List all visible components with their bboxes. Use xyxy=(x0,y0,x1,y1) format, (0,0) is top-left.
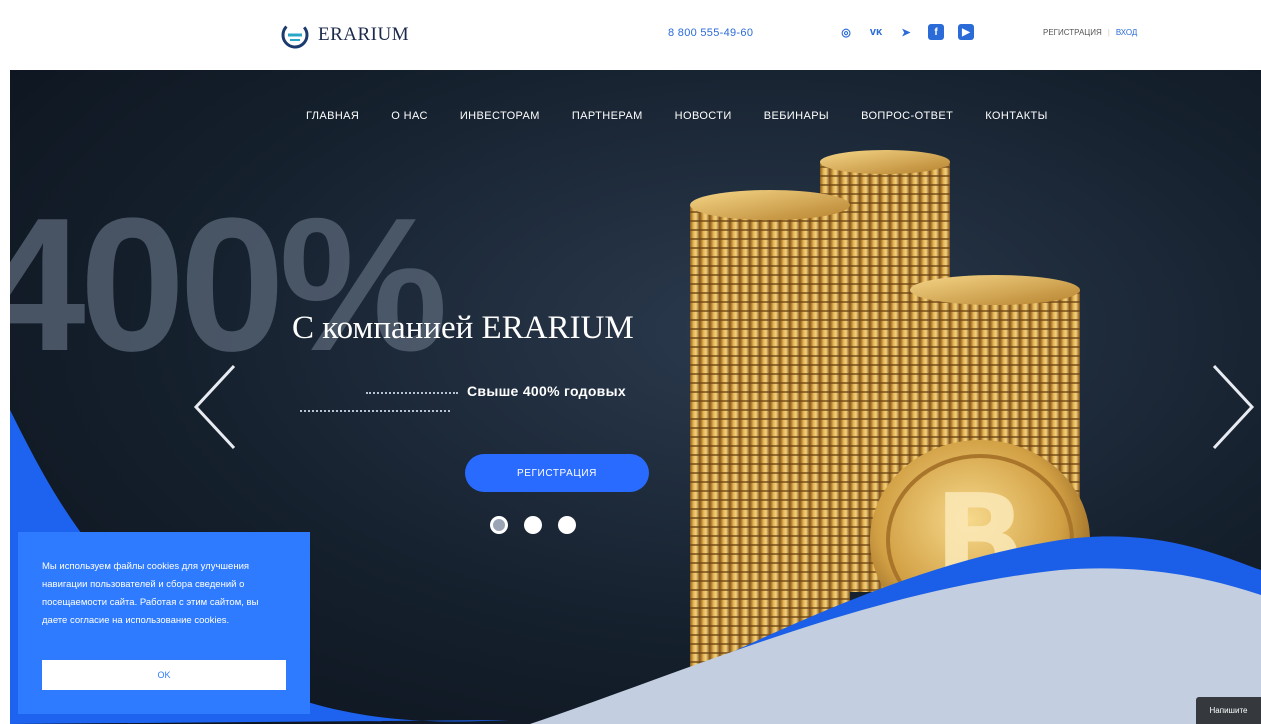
dotted-divider xyxy=(366,392,458,394)
svg-text:B: B xyxy=(934,470,1025,609)
social-links: ◎ ᴠᴋ ➤ f ▶ xyxy=(838,24,974,40)
top-header: ERARIUM 8 800 555-49-60 ◎ ᴠᴋ ➤ f ▶ РЕГИС… xyxy=(0,0,1261,70)
cookie-ok-button[interactable]: OK xyxy=(42,660,286,690)
youtube-icon[interactable]: ▶ xyxy=(958,24,974,40)
nav-item-webinars[interactable]: ВЕБИНАРЫ xyxy=(764,110,829,122)
nav-item-about[interactable]: О НАС xyxy=(391,110,428,122)
chevron-right-icon xyxy=(1212,364,1255,450)
register-link[interactable]: РЕГИСТРАЦИЯ xyxy=(1043,28,1102,37)
logo-icon xyxy=(281,21,309,49)
page: ERARIUM 8 800 555-49-60 ◎ ᴠᴋ ➤ f ▶ РЕГИС… xyxy=(0,0,1261,724)
slider-dot-2[interactable] xyxy=(524,516,542,534)
facebook-icon[interactable]: f xyxy=(928,24,944,40)
chevron-left-icon xyxy=(193,364,236,450)
register-button[interactable]: РЕГИСТРАЦИЯ xyxy=(465,454,649,492)
slider-pagination xyxy=(490,516,576,534)
nav-item-investors[interactable]: ИНВЕСТОРАМ xyxy=(460,110,540,122)
dotted-divider xyxy=(300,410,450,412)
cookie-text: Мы используем файлы cookies для улучшени… xyxy=(42,561,259,626)
slider-dot-1[interactable] xyxy=(490,516,508,534)
nav-item-home[interactable]: ГЛАВНАЯ xyxy=(306,110,359,122)
nav-item-faq[interactable]: ВОПРОС-ОТВЕТ xyxy=(861,110,953,122)
login-link[interactable]: ВХОД xyxy=(1116,28,1138,37)
instagram-icon[interactable]: ◎ xyxy=(838,24,854,40)
cookie-banner: Мы используем файлы cookies для улучшени… xyxy=(18,532,310,714)
logo[interactable]: ERARIUM xyxy=(280,20,409,50)
logo-text: ERARIUM xyxy=(318,24,410,45)
slider-dot-3[interactable] xyxy=(558,516,576,534)
telegram-icon[interactable]: ➤ xyxy=(898,24,914,40)
main-nav: ГЛАВНАЯ О НАС ИНВЕСТОРАМ ПАРТНЕРАМ НОВОС… xyxy=(306,110,1048,122)
hero-big-number: 400% xyxy=(10,179,448,391)
chat-widget-button[interactable]: Напишите xyxy=(1196,697,1261,724)
phone-number[interactable]: 8 800 555-49-60 xyxy=(668,27,753,39)
nav-item-contacts[interactable]: КОНТАКТЫ xyxy=(985,110,1048,122)
hero-subline: Свыше 400% годовых xyxy=(467,383,626,399)
coins-illustration: B xyxy=(690,150,1090,705)
nav-item-news[interactable]: НОВОСТИ xyxy=(675,110,732,122)
auth-links: РЕГИСТРАЦИЯ | ВХОД xyxy=(1043,28,1137,37)
nav-item-partners[interactable]: ПАРТНЕРАМ xyxy=(572,110,643,122)
next-slide-button[interactable] xyxy=(1208,362,1258,452)
vk-icon[interactable]: ᴠᴋ xyxy=(868,24,884,40)
hero-headline: С компанией ERARIUM xyxy=(292,310,634,346)
auth-separator: | xyxy=(1107,28,1110,37)
prev-slide-button[interactable] xyxy=(190,362,240,452)
